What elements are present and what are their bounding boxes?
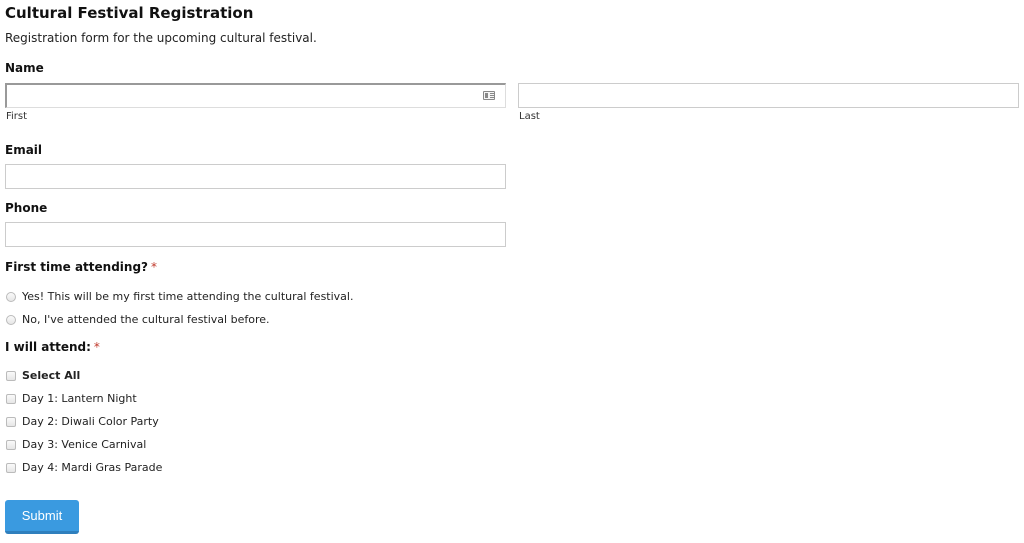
checkbox[interactable] <box>6 370 16 381</box>
required-mark: * <box>93 340 100 354</box>
attend-option-day4[interactable]: Day 4: Mardi Gras Parade <box>6 461 162 474</box>
select-all-option[interactable]: Select All <box>6 369 80 382</box>
form-title: Cultural Festival Registration <box>5 4 254 22</box>
attend-label: I will attend: * <box>5 340 100 354</box>
last-name-input[interactable] <box>518 83 1019 108</box>
first-name-sublabel: First <box>6 111 28 122</box>
phone-input[interactable] <box>5 222 506 247</box>
first-time-label: First time attending? * <box>5 260 157 274</box>
checkbox[interactable] <box>6 439 16 450</box>
option-label: No, I've attended the cultural festival … <box>22 313 270 326</box>
attend-label-text: I will attend: <box>5 340 91 354</box>
name-label: Name <box>5 61 44 75</box>
first-time-option-no[interactable]: No, I've attended the cultural festival … <box>6 313 270 326</box>
first-time-label-text: First time attending? <box>5 260 149 274</box>
email-label: Email <box>5 143 43 157</box>
option-label: Day 1: Lantern Night <box>22 392 137 405</box>
radio-button[interactable] <box>6 291 16 302</box>
option-label: Day 2: Diwali Color Party <box>22 415 159 428</box>
first-time-option-yes[interactable]: Yes! This will be my first time attendin… <box>6 290 353 303</box>
option-label: Day 3: Venice Carnival <box>22 438 147 451</box>
phone-label: Phone <box>5 201 48 215</box>
option-label: Day 4: Mardi Gras Parade <box>22 461 163 474</box>
option-label: Yes! This will be my first time attendin… <box>22 290 354 303</box>
attend-option-day2[interactable]: Day 2: Diwali Color Party <box>6 415 159 428</box>
contact-card-icon[interactable] <box>483 91 495 100</box>
required-mark: * <box>151 260 158 274</box>
checkbox[interactable] <box>6 462 16 473</box>
first-name-input[interactable] <box>5 83 506 108</box>
email-input[interactable] <box>5 164 506 189</box>
option-label: Select All <box>22 369 81 382</box>
radio-button[interactable] <box>6 314 16 325</box>
attend-option-day1[interactable]: Day 1: Lantern Night <box>6 392 137 405</box>
checkbox[interactable] <box>6 416 16 427</box>
attend-option-day3[interactable]: Day 3: Venice Carnival <box>6 438 146 451</box>
checkbox[interactable] <box>6 393 16 404</box>
last-name-sublabel: Last <box>519 111 540 122</box>
form-description: Registration form for the upcoming cultu… <box>5 31 317 45</box>
submit-button[interactable]: Submit <box>5 500 79 534</box>
